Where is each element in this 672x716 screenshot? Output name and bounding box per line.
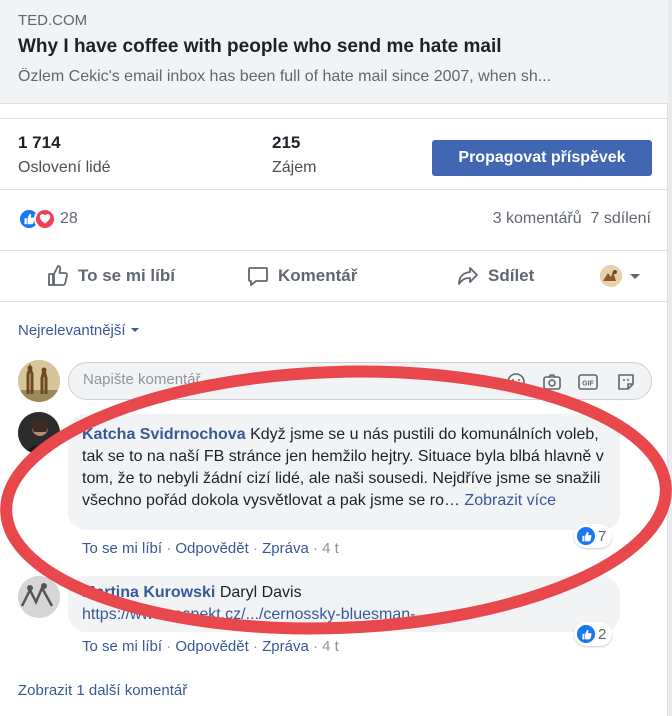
- comment-share-counts: 3 komentářů 7 sdílení: [493, 210, 651, 228]
- action-bar: To se mi líbí Komentář Sdílet: [0, 250, 668, 302]
- reactions-summary[interactable]: 28: [18, 207, 78, 231]
- reach-value: 1 714: [18, 133, 61, 152]
- preview-domain: TED.COM: [18, 12, 88, 29]
- reach-label: Oslovení lidé: [18, 159, 111, 176]
- comment-button-label: Komentář: [278, 266, 358, 285]
- comment-message-link[interactable]: Zpráva: [262, 540, 309, 557]
- chevron-down-icon: [630, 274, 640, 279]
- like-count: 2: [598, 625, 607, 643]
- caret-down-icon: [130, 328, 139, 332]
- gif-icon[interactable]: GIF: [577, 371, 599, 393]
- like-button[interactable]: To se mi líbí: [46, 251, 175, 301]
- thumbs-up-icon: [48, 265, 68, 286]
- love-reaction-icon: [34, 208, 56, 230]
- comment-reply-link[interactable]: Odpovědět: [175, 540, 248, 557]
- page-selector[interactable]: [600, 265, 642, 287]
- camera-icon[interactable]: [541, 371, 563, 393]
- comment-author[interactable]: Martina Kurowski: [82, 584, 215, 601]
- like-count: 7: [598, 527, 607, 545]
- comment-meta: To se mi líbí · Odpovědět · Zpráva · 4 t: [82, 540, 339, 557]
- like-button-label: To se mi líbí: [78, 266, 175, 285]
- shares-count-link[interactable]: 7 sdílení: [591, 210, 651, 227]
- comment-url-link[interactable]: https://www.respekt.cz/.../cernossky-blu…: [82, 606, 429, 623]
- like-reaction-icon: [577, 625, 595, 643]
- comment-bubble: Katcha Svidrnochova Když jsme se u nás p…: [68, 414, 620, 530]
- reaction-count: 28: [60, 210, 78, 227]
- comment-sort-dropdown[interactable]: Nejrelevantnější: [18, 322, 140, 339]
- commenter-avatar[interactable]: [18, 576, 60, 618]
- comment-button[interactable]: Komentář: [246, 251, 357, 301]
- comments-count-link[interactable]: 3 komentářů: [493, 210, 582, 227]
- see-more-link[interactable]: Zobrazit více: [464, 492, 556, 509]
- comment-text: Daryl Davis: [219, 584, 302, 601]
- comment-like-link[interactable]: To se mi líbí: [82, 540, 162, 557]
- share-button[interactable]: Sdílet: [456, 251, 534, 301]
- share-button-label: Sdílet: [488, 266, 535, 285]
- comment-time[interactable]: 4 t: [322, 540, 339, 557]
- emoji-icon[interactable]: [505, 371, 527, 393]
- engagement-label: Zájem: [272, 159, 317, 176]
- post-card: TED.COM Why I have coffee with people wh…: [0, 0, 668, 716]
- commenter-avatar[interactable]: [18, 412, 60, 454]
- comment-reply-link[interactable]: Odpovědět: [175, 638, 248, 655]
- comment-time[interactable]: 4 t: [322, 638, 339, 655]
- comment-author[interactable]: Katcha Svidrnochova: [82, 426, 246, 443]
- comment-composer[interactable]: GIF: [68, 362, 652, 400]
- preview-title[interactable]: Why I have coffee with people who send m…: [18, 36, 502, 58]
- page-avatar: [600, 265, 622, 287]
- speech-bubble-icon: [248, 267, 268, 286]
- preview-description: Özlem Cekic's email inbox has been full …: [18, 68, 552, 85]
- engagement-value: 215: [272, 133, 301, 152]
- share-arrow-icon: [458, 267, 478, 285]
- like-reaction-icon: [577, 527, 595, 545]
- comment-like-link[interactable]: To se mi líbí: [82, 638, 162, 655]
- my-avatar: [18, 360, 60, 402]
- link-preview[interactable]: TED.COM Why I have coffee with people wh…: [0, 0, 668, 104]
- comment-like-count[interactable]: 2: [574, 622, 613, 646]
- sort-label: Nejrelevantnější: [18, 322, 126, 339]
- comment-like-count[interactable]: 7: [574, 524, 613, 548]
- view-more-comments-link[interactable]: Zobrazit 1 další komentář: [18, 682, 187, 699]
- comment-bubble: Martina Kurowski Daryl Davis https://www…: [68, 576, 620, 632]
- promote-post-button[interactable]: Propagovat příspěvek: [432, 140, 652, 176]
- sticker-icon[interactable]: [615, 371, 637, 393]
- comment-message-link[interactable]: Zpráva: [262, 638, 309, 655]
- svg-text:GIF: GIF: [582, 381, 594, 388]
- comment-input[interactable]: [83, 371, 483, 388]
- comment-meta: To se mi líbí · Odpovědět · Zpráva · 4 t: [82, 638, 339, 655]
